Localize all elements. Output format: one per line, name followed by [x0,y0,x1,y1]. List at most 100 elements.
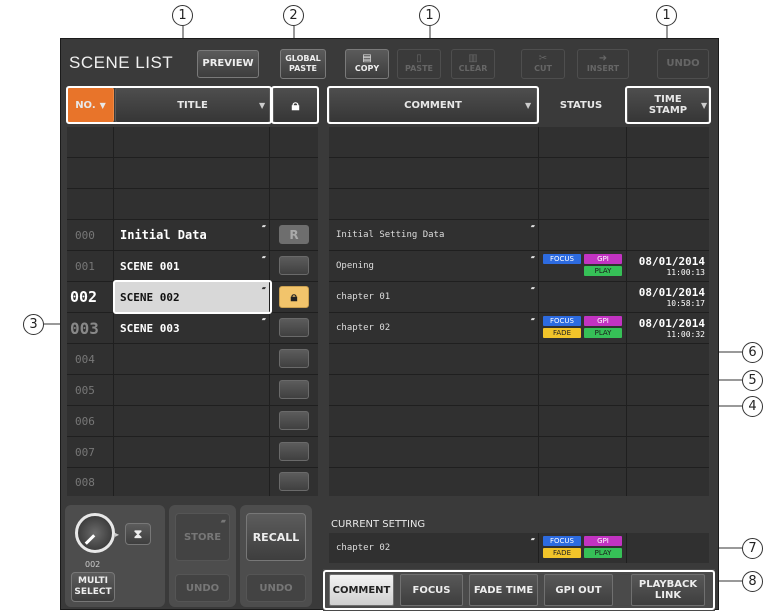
edit-icon: ▰ [530,315,535,323]
current-setting-row: chapter 02 ▰ FOCUS GPI FADE PLAY [329,533,709,563]
undo-top-button[interactable]: UNDO [657,49,709,79]
sigma-button[interactable]: ⧗ [125,523,151,545]
protect-button[interactable] [279,256,309,275]
scene-title[interactable]: SCENE 003 ▰ [114,313,269,343]
scene-title-text: SCENE 001 [120,259,180,273]
paste-icon: ▯ [416,53,422,64]
scene-title[interactable] [114,437,269,467]
scene-title[interactable] [114,468,269,496]
insert-icon: ➜ [598,53,608,64]
highlight-lock-header [271,86,319,124]
recall-label: RECALL [252,530,300,544]
protect-button[interactable] [279,380,309,399]
clear-label: CLEAR [458,64,488,73]
protect-button[interactable] [279,411,309,430]
callout-4: 4 [742,396,763,417]
scissors-icon: ✂ [538,53,548,64]
gpi-badge: GPI [584,316,622,326]
row-number: 003 [67,313,113,343]
paste-button[interactable]: ▯ PASTE [397,49,441,79]
row-number: 006 [67,406,113,436]
scene-title[interactable]: Initial Data ▰ [114,220,269,250]
hourglass-icon: ⧗ [133,526,143,541]
scene-title-text: SCENE 003 [120,321,180,335]
focus-badge: FOCUS [543,316,581,326]
recall-undo-button[interactable]: UNDO [246,574,306,602]
tab-fade-time[interactable]: FADE TIME [469,574,538,606]
edit-icon: ▰ [530,535,535,543]
callout-1a: 1 [172,5,193,26]
read-only-button[interactable]: R [279,225,309,244]
tab-playback-label-2: LINK [654,590,682,601]
callout-6: 6 [742,342,763,363]
protect-button-active[interactable]: 🔒︎ [279,286,309,308]
scene-title-text: Initial Data [120,228,207,242]
gpi-badge: GPI [584,536,622,546]
protect-button[interactable] [279,318,309,337]
trash-icon: ▥ [468,53,478,64]
callout-1c: 1 [656,5,677,26]
multi-select-label-1: MULTI [78,576,108,586]
current-time-stamp [627,533,709,563]
row-number: 007 [67,437,113,467]
global-paste-button[interactable]: GLOBAL PASTE [280,49,326,79]
cut-button[interactable]: ✂ CUT [521,49,565,79]
row-number: 000 [67,220,113,250]
scene-comment[interactable]: Initial Setting Data ▰ [329,220,538,250]
status-cell: FOCUS GPI PLAY [539,251,626,281]
recall-button[interactable]: RECALL [246,513,306,561]
tab-comment[interactable]: COMMENT [329,574,394,606]
store-button[interactable]: STORE ▰ [175,513,230,561]
protect-button[interactable] [279,349,309,368]
play-badge: PLAY [584,548,622,558]
scene-title[interactable] [114,375,269,405]
gpi-badge: GPI [584,254,622,264]
store-undo-button[interactable]: UNDO [175,574,230,602]
multi-select-button[interactable]: MULTI SELECT [71,572,115,602]
preview-button[interactable]: PREVIEW [197,50,259,78]
scene-list-panel: SCENE LIST PREVIEW GLOBAL PASTE ▤ COPY ▯ PA… [60,38,719,611]
scene-comment-table: Initial Setting Data ▰ Opening ▰ FOCUS GPI… [329,127,709,496]
tab-gpi-out[interactable]: GPI OUT [544,574,613,606]
fade-badge: FADE [543,328,581,338]
preview-label: PREVIEW [202,58,254,69]
edit-icon: ▰ [261,315,266,323]
tab-focus[interactable]: FOCUS [400,574,463,606]
recall-undo-label: UNDO [259,582,293,594]
current-comment-text: chapter 02 [336,543,391,553]
status-cell [539,220,626,250]
edit-icon: ▰ [530,284,535,292]
protect-button[interactable] [279,442,309,461]
tab-playback-link[interactable]: PLAYBACK LINK [631,574,705,606]
highlight-time-stamp-header [625,86,711,124]
knob-value: 002 [85,560,101,569]
time-stamp-cell: 08/01/2014 11:00:32 [627,313,709,343]
scene-comment[interactable]: chapter 02 ▰ [329,313,538,343]
scene-title[interactable]: SCENE 001 ▰ [114,251,269,281]
scene-title[interactable] [114,406,269,436]
insert-button[interactable]: ➜ INSERT [577,49,629,79]
global-paste-label-1: GLOBAL [285,54,321,63]
protect-button[interactable] [279,472,309,491]
scene-comment[interactable]: chapter 01 ▰ [329,282,538,312]
current-comment[interactable]: chapter 02 ▰ [329,533,538,563]
knob-pointer [84,534,96,545]
copy-icon: ▤ [362,53,372,64]
store-undo-label: UNDO [185,582,220,594]
row-number: 002 [67,282,113,312]
time-stamp-time: 10:58:17 [666,299,705,308]
scene-knob[interactable] [75,513,115,553]
scene-comment[interactable]: Opening ▰ [329,251,538,281]
copy-button[interactable]: ▤ COPY [345,49,389,79]
row-number: 005 [67,375,113,405]
clear-button[interactable]: ▥ CLEAR [451,49,495,79]
current-setting-label: CURRENT SETTING [331,519,426,530]
store-label: STORE [183,531,222,543]
fade-badge: FADE [543,548,581,558]
knob-arrow-icon: ▸ [115,530,120,539]
status-cell [539,282,626,312]
highlight-comment-header [327,86,539,124]
scene-title[interactable] [114,344,269,374]
status-header-label: STATUS [559,99,603,111]
highlight-selected-scene [113,280,272,314]
